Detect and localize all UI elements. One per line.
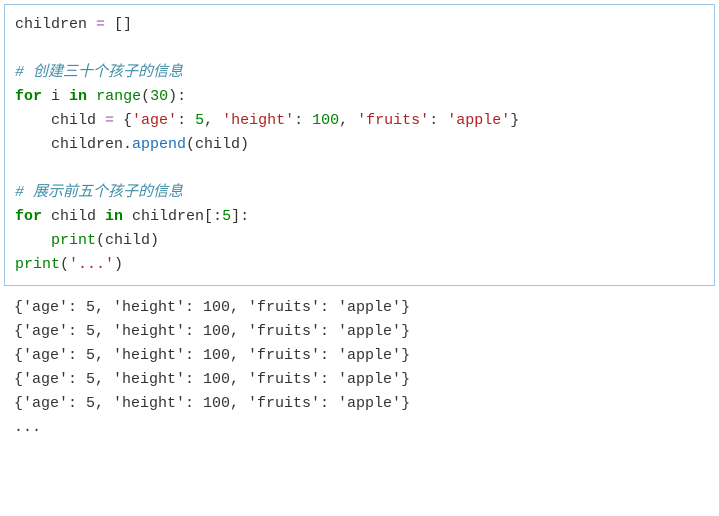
output-line: {'age': 5, 'height': 100, 'fruits': 'app… (14, 371, 410, 388)
code-text: children = [] # 创建三十个孩子的信息 for i in rang… (15, 16, 519, 273)
output-line: {'age': 5, 'height': 100, 'fruits': 'app… (14, 395, 410, 412)
output-line: {'age': 5, 'height': 100, 'fruits': 'app… (14, 323, 410, 340)
code-input-cell[interactable]: children = [] # 创建三十个孩子的信息 for i in rang… (4, 4, 715, 286)
output-line: ... (14, 419, 41, 436)
notebook-cell-container: children = [] # 创建三十个孩子的信息 for i in rang… (0, 0, 719, 452)
code-output-cell: {'age': 5, 'height': 100, 'fruits': 'app… (4, 292, 715, 448)
output-line: {'age': 5, 'height': 100, 'fruits': 'app… (14, 299, 410, 316)
output-line: {'age': 5, 'height': 100, 'fruits': 'app… (14, 347, 410, 364)
